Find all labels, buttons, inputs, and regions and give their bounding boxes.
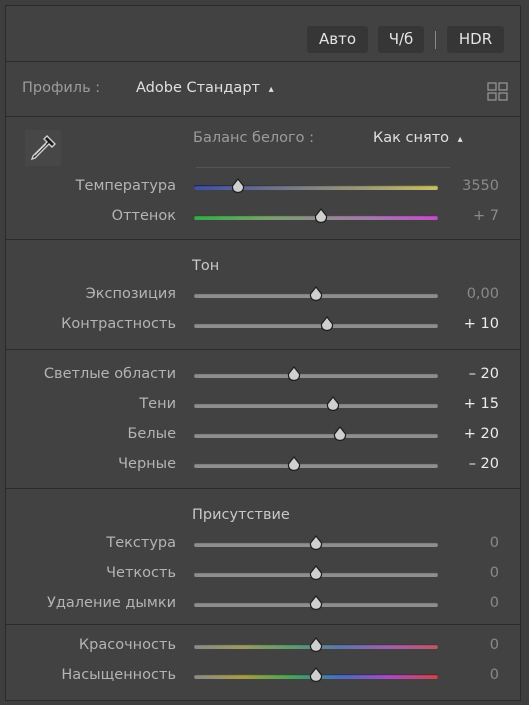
whites-label: Белые (127, 426, 176, 442)
exposure-value[interactable]: 0,00 (439, 286, 499, 302)
auto-button[interactable]: Авто (307, 26, 368, 53)
white-balance-select[interactable]: Как снято ▴ (373, 130, 463, 146)
divider (6, 239, 520, 240)
tint-label: Оттенок (111, 208, 176, 224)
profile-label: Профиль : (22, 80, 101, 96)
whites-slider-track[interactable] (194, 433, 438, 438)
profile-browser-grid-icon[interactable] (487, 82, 509, 102)
white-balance-selector[interactable] (25, 130, 61, 166)
shadows-slider-thumb[interactable] (326, 396, 340, 412)
contrast-value[interactable]: + 10 (439, 316, 499, 332)
clarity-slider-thumb[interactable] (309, 565, 323, 581)
profile-select[interactable]: Adobe Стандарт ▴ (136, 80, 274, 96)
shadows-slider-track[interactable] (194, 403, 438, 408)
profile-value: Adobe Стандарт (136, 80, 260, 96)
whites-slider-thumb[interactable] (333, 426, 347, 442)
eyedropper-icon (25, 130, 61, 166)
blacks-slider-track[interactable] (194, 463, 438, 468)
hdr-button[interactable]: HDR (447, 26, 504, 53)
saturation-label: Насыщенность (61, 667, 176, 683)
blacks-slider-thumb[interactable] (287, 456, 301, 472)
white-balance-label: Баланс белого : (193, 130, 315, 146)
bw-button[interactable]: Ч/б (378, 26, 424, 53)
divider (6, 349, 520, 350)
highlights-value[interactable]: – 20 (439, 366, 499, 382)
dehaze-label: Удаление дымки (47, 595, 176, 611)
whites-value[interactable]: + 20 (439, 426, 499, 442)
temperature-value[interactable]: 3550 (439, 178, 499, 194)
shadows-label: Тени (139, 396, 176, 412)
vibrance-slider-thumb[interactable] (309, 637, 323, 653)
select-arrow-icon: ▴ (268, 84, 274, 95)
basic-panel: Авто Ч/б HDR Профиль : Adobe Стандарт ▴ … (5, 5, 521, 701)
temperature-label: Температура (75, 178, 176, 194)
divider (6, 624, 520, 625)
exposure-slider-thumb[interactable] (309, 286, 323, 302)
highlights-slider-track[interactable] (194, 373, 438, 378)
saturation-slider-thumb[interactable] (309, 667, 323, 683)
tint-slider-thumb[interactable] (314, 208, 328, 224)
divider (6, 488, 520, 489)
clarity-value[interactable]: 0 (439, 565, 499, 581)
white-balance-underline (196, 167, 450, 168)
texture-label: Текстура (106, 535, 176, 551)
highlights-slider-thumb[interactable] (287, 366, 301, 382)
clarity-label: Четкость (106, 565, 176, 581)
shadows-value[interactable]: + 15 (439, 396, 499, 412)
contrast-slider-thumb[interactable] (320, 316, 334, 332)
blacks-label: Черные (118, 456, 176, 472)
dehaze-value[interactable]: 0 (439, 595, 499, 611)
exposure-label: Экспозиция (85, 286, 176, 302)
contrast-slider-track[interactable] (194, 323, 438, 328)
presence-section-title: Присутствие (192, 507, 290, 523)
contrast-label: Контрастность (61, 316, 176, 332)
vibrance-label: Красочность (78, 637, 176, 653)
dehaze-slider-thumb[interactable] (309, 595, 323, 611)
tone-section-title: Тон (192, 258, 220, 274)
texture-slider-thumb[interactable] (309, 535, 323, 551)
blacks-value[interactable]: – 20 (439, 456, 499, 472)
temperature-slider-thumb[interactable] (231, 178, 245, 194)
toolbar-divider (435, 31, 436, 49)
select-arrow-icon: ▴ (457, 134, 463, 145)
white-balance-value: Как снято (373, 130, 450, 146)
texture-value[interactable]: 0 (439, 535, 499, 551)
tint-value[interactable]: + 7 (439, 208, 499, 224)
saturation-value[interactable]: 0 (439, 667, 499, 683)
divider (6, 61, 520, 62)
vibrance-value[interactable]: 0 (439, 637, 499, 653)
divider (6, 116, 520, 117)
highlights-label: Светлые области (43, 366, 176, 382)
